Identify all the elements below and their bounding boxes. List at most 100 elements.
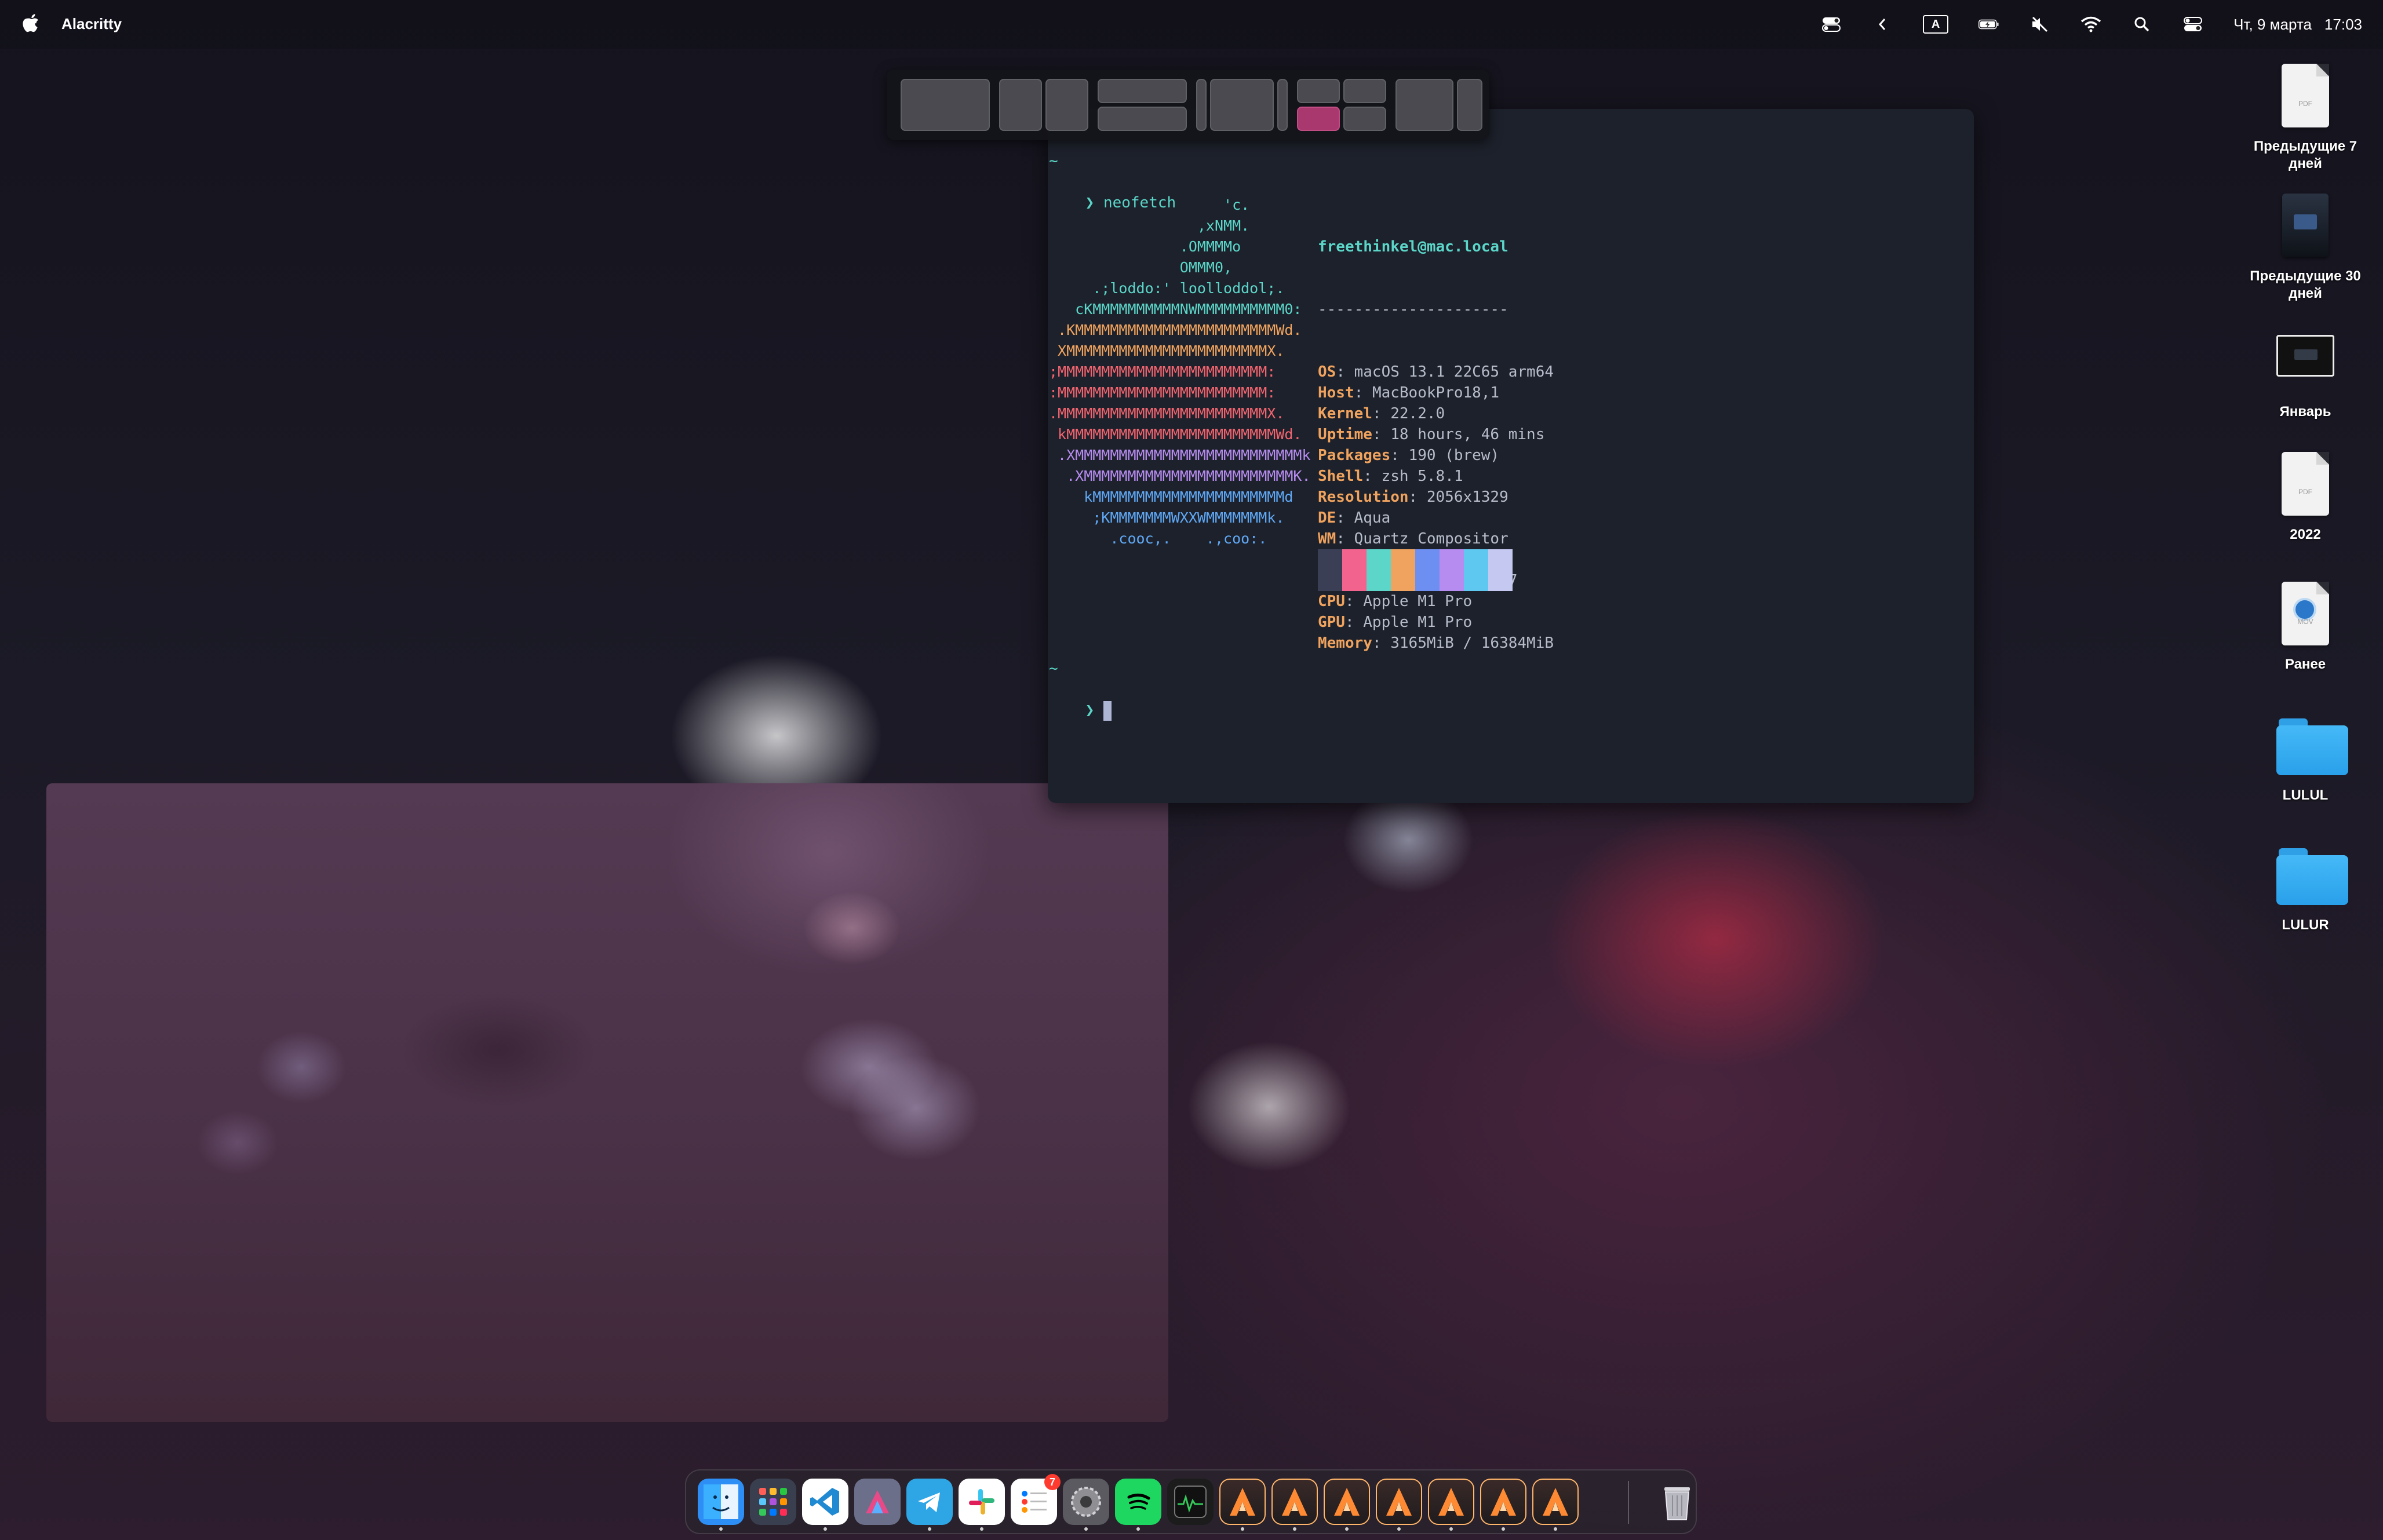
layout-option-rows-top[interactable]: [1098, 79, 1187, 103]
ascii-logo-line: 'c.: [1049, 196, 1250, 213]
info-row: Memory: 3165MiB / 16384MiB: [1318, 634, 1554, 652]
layout-option-grid-bl-selected[interactable]: [1297, 107, 1340, 131]
blurred-window[interactable]: [46, 783, 1168, 1422]
spotlight-search-icon[interactable]: [2131, 16, 2152, 33]
info-row: DE: Aqua: [1318, 509, 1391, 527]
chevron-left-icon[interactable]: [1872, 16, 1893, 33]
menubar-clock[interactable]: Чт, 9 марта 17:03: [2233, 16, 2362, 34]
dock-alacritty[interactable]: [1428, 1479, 1474, 1525]
layout-option-sidebar-right[interactable]: [1277, 79, 1288, 131]
apple-menu-icon[interactable]: [22, 12, 39, 34]
dock-visual-studio-code[interactable]: [802, 1479, 848, 1525]
layout-option-halves-right[interactable]: [1045, 79, 1088, 131]
ascii-logo-line: .XMMMMMMMMMMMMMMMMMMMMMMMMK.: [1049, 468, 1311, 484]
info-value: Aqua: [1354, 509, 1391, 527]
dock-activity-monitor[interactable]: [1167, 1479, 1214, 1525]
ascii-logo-line: .;loddo:' loolloddol;.: [1049, 280, 1285, 297]
ascii-logo-line: .cooc,. .,coo:.: [1049, 530, 1267, 547]
alacritty-icon: [1538, 1484, 1573, 1519]
pdf-document-icon: PDF: [2282, 452, 2329, 516]
dock-system-settings[interactable]: [1063, 1479, 1109, 1525]
dock-finder[interactable]: [698, 1479, 744, 1525]
desktop-item-label: Ранее: [2284, 656, 2326, 672]
ascii-logo-line: OMMM0,: [1049, 259, 1233, 276]
pdf-document-icon: PDF: [2282, 64, 2329, 127]
layout-option-grid-tr[interactable]: [1343, 79, 1386, 103]
layout-option-grid-tl[interactable]: [1297, 79, 1340, 103]
layout-option-narrow-right[interactable]: [1457, 79, 1482, 131]
battery-charging-icon[interactable]: [1978, 16, 1999, 33]
layout-option-main[interactable]: [1210, 79, 1274, 131]
ascii-logo-line: .OMMMMo: [1049, 238, 1241, 255]
running-indicator: [1554, 1527, 1557, 1531]
terminal-input-line[interactable]: ❯: [1049, 679, 1112, 742]
info-key: Shell: [1318, 468, 1364, 485]
info-row: GPU: Apple M1 Pro: [1318, 614, 1473, 631]
dock-alacritty[interactable]: [1532, 1479, 1579, 1525]
info-value: zsh 5.8.1: [1381, 468, 1463, 485]
info-key: WM: [1318, 530, 1336, 548]
dock-alacritty[interactable]: [1376, 1479, 1422, 1525]
layout-option-full[interactable]: [901, 79, 990, 131]
dock-telegram[interactable]: [906, 1479, 953, 1525]
desktop-stack-prev-30-days[interactable]: Предыдущие 30 дней: [2236, 194, 2375, 302]
menubar-time: 17:03: [2324, 15, 2362, 33]
layout-option-sidebar-left[interactable]: [1196, 79, 1207, 131]
info-value: Apple M1 Pro: [1363, 593, 1473, 610]
layout-option-grid-br[interactable]: [1343, 107, 1386, 131]
desktop-folder-lulur[interactable]: LULUR: [2236, 842, 2375, 934]
folder-icon: [2276, 848, 2348, 905]
color-swatch: [1318, 549, 1342, 591]
slack-icon: [965, 1486, 998, 1518]
dock-alacritty[interactable]: [1271, 1479, 1318, 1525]
info-row: Resolution: 2056x1329: [1318, 488, 1508, 506]
mov-video-icon: MOV: [2282, 582, 2329, 645]
info-key: OS: [1318, 363, 1336, 381]
alacritty-icon: [1277, 1484, 1312, 1519]
dock-launchpad[interactable]: [750, 1479, 796, 1525]
layout-option-rows-bottom[interactable]: [1098, 107, 1187, 131]
dock-alacritty[interactable]: [1324, 1479, 1370, 1525]
layout-option-halves-left[interactable]: [999, 79, 1042, 131]
desktop-stack-2022[interactable]: PDF 2022: [2236, 452, 2375, 543]
running-indicator: [1136, 1527, 1140, 1531]
dock-slack[interactable]: [959, 1479, 1005, 1525]
info-separator: ---------------------: [1318, 301, 1508, 318]
alacritty-icon: [1434, 1484, 1469, 1519]
dark-document-icon: [2282, 194, 2329, 257]
input-source-indicator[interactable]: A: [1923, 15, 1949, 34]
dock-alacritty[interactable]: [1480, 1479, 1526, 1525]
prompt-symbol: ❯: [1085, 702, 1095, 719]
color-palette: [1318, 549, 1513, 591]
info-row: Host: MacBookPro18,1: [1318, 384, 1500, 402]
control-toggles-icon[interactable]: [1821, 16, 1842, 33]
color-swatch: [1488, 549, 1513, 591]
dock-spotify[interactable]: [1115, 1479, 1161, 1525]
active-app-name[interactable]: Alacritty: [61, 15, 122, 33]
dock-affinity[interactable]: [854, 1479, 901, 1525]
terminal-tilde: ~: [1049, 152, 1058, 170]
info-value: macOS 13.1 22C65 arm64: [1354, 363, 1554, 381]
desktop-stack-prev-7-days[interactable]: PDF Предыдущие 7 дней: [2236, 64, 2375, 173]
control-center-icon[interactable]: [2182, 16, 2203, 33]
dock-reminders[interactable]: 7: [1011, 1474, 1061, 1525]
desktop-stack-earlier[interactable]: MOV Ранее: [2236, 582, 2375, 673]
ascii-logo-line: .XMMMMMMMMMMMMMMMMMMMMMMMMMMk: [1049, 447, 1311, 464]
menu-bar: Alacritty A Чт, 9 марта 17:03: [0, 0, 2383, 49]
trash-icon: [1660, 1481, 1695, 1522]
mute-icon[interactable]: [2029, 16, 2050, 33]
alacritty-icon: [1382, 1484, 1416, 1519]
desktop-stack-january[interactable]: Январь: [2236, 324, 2375, 421]
user-host: freethinkel@mac.local: [1318, 238, 1508, 256]
alacritty-terminal-window[interactable]: ~ ❯ neofetch 'c. ,xNMM. .OMMMMo OMMM0, .…: [1048, 109, 1974, 803]
dock-trash[interactable]: [1654, 1479, 1700, 1525]
neofetch-info: freethinkel@mac.local ------------------…: [1318, 195, 1554, 695]
desktop-folder-lulul[interactable]: LULUL: [2236, 713, 2375, 804]
desktop-item-label: Предыдущие 7 дней: [2253, 138, 2358, 171]
dock-alacritty[interactable]: [1219, 1479, 1266, 1525]
wifi-icon[interactable]: [2080, 16, 2101, 33]
layout-option-main-left[interactable]: [1395, 79, 1453, 131]
spotify-icon: [1122, 1486, 1154, 1518]
apple-ascii-logo: 'c. ,xNMM. .OMMMMo OMMM0, .;loddo:' lool…: [1049, 195, 1311, 549]
info-key: Kernel: [1318, 405, 1372, 422]
